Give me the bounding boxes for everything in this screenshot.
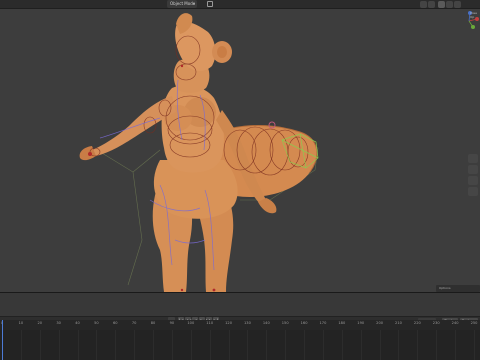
frame-tick-label: 70 xyxy=(131,321,137,325)
frame-grid-line xyxy=(322,330,324,360)
frame-tick-label: 220 xyxy=(413,321,421,325)
frame-tick-label: 170 xyxy=(319,321,327,325)
axis-y-icon[interactable] xyxy=(471,25,475,29)
frame-grid-line xyxy=(360,330,362,360)
timeline-keyframe-area[interactable] xyxy=(0,330,480,360)
options-label: Options xyxy=(439,286,451,290)
frame-tick-label: 180 xyxy=(338,321,346,325)
frame-grid-line xyxy=(115,330,117,360)
frame-grid-line xyxy=(285,330,287,360)
mode-label: Object Mode xyxy=(170,1,196,6)
frame-grid-line xyxy=(209,330,211,360)
frame-tick-label: 140 xyxy=(262,321,270,325)
frame-tick-label: 30 xyxy=(56,321,61,325)
chevron-down-icon: ▾ xyxy=(192,1,195,6)
frame-grid-line xyxy=(266,330,268,360)
view-icon[interactable] xyxy=(207,1,213,7)
frame-tick-label: 40 xyxy=(75,321,80,325)
xray-toggle-button[interactable] xyxy=(428,1,435,8)
overlay-toggle-button[interactable] xyxy=(420,1,427,8)
frame-tick-label: 120 xyxy=(225,321,232,325)
viewport-header: Object Mode ▾ xyxy=(0,0,480,9)
shading-material-button[interactable] xyxy=(446,1,453,8)
frame-grid-line xyxy=(39,330,41,360)
frame-tick-label: 80 xyxy=(150,321,156,325)
frame-tick-label: 190 xyxy=(357,321,365,325)
camera-icon[interactable] xyxy=(468,176,478,185)
mode-dropdown[interactable]: Object Mode ▾ xyxy=(167,0,197,8)
frame-ruler[interactable]: 0102030405060708090100110120130140150160… xyxy=(0,320,480,330)
shading-solid-button[interactable] xyxy=(438,1,445,8)
blender-window: Object Mode ▾ Pose Op Options 10 20 30 4… xyxy=(0,0,480,360)
frame-tick-label: 210 xyxy=(395,321,402,325)
playhead[interactable] xyxy=(2,320,3,360)
frame-tick-label: 110 xyxy=(206,321,214,325)
frame-grid-line xyxy=(77,330,79,360)
frame-tick-label: 20 xyxy=(37,321,43,325)
frame-tick-label: 50 xyxy=(94,321,99,325)
frame-tick-label: 250 xyxy=(470,321,478,325)
frame-tick-label: 200 xyxy=(376,321,384,325)
frame-tick-label: 240 xyxy=(451,321,459,325)
character-model[interactable] xyxy=(0,0,480,292)
frame-tick-label: 90 xyxy=(169,321,175,325)
grid-icon[interactable] xyxy=(468,187,478,196)
frame-tick-label: 160 xyxy=(300,321,308,325)
zoom-icon[interactable] xyxy=(468,154,478,163)
frame-tick-label: 230 xyxy=(432,321,440,325)
frame-grid-line xyxy=(247,330,249,360)
frame-grid-line xyxy=(228,330,230,360)
frame-grid-line xyxy=(304,330,306,360)
frame-grid-line xyxy=(341,330,343,360)
frame-grid-line xyxy=(417,330,419,360)
frame-grid-line xyxy=(474,330,475,360)
frame-grid-line xyxy=(190,330,192,360)
frame-grid-line xyxy=(379,330,381,360)
3d-viewport[interactable]: Object Mode ▾ Pose Op Options xyxy=(0,0,480,292)
frame-grid-line xyxy=(134,330,136,360)
n-panel-tab[interactable]: Pose Op xyxy=(470,11,480,21)
frame-grid-line xyxy=(58,330,60,360)
frame-grid-line xyxy=(20,330,22,360)
frame-grid-line xyxy=(436,330,438,360)
timeline-tool-area xyxy=(0,293,480,317)
frame-tick-label: 10 xyxy=(18,321,24,325)
frame-tick-label: 100 xyxy=(187,321,195,325)
frame-grid-line xyxy=(171,330,173,360)
shading-rendered-button[interactable] xyxy=(454,1,461,8)
frame-grid-line xyxy=(398,330,400,360)
frame-tick-label: 130 xyxy=(244,321,251,325)
options-panel[interactable]: Options xyxy=(436,285,480,292)
frame-tick-label: 150 xyxy=(281,321,289,325)
pan-icon[interactable] xyxy=(468,165,478,174)
frame-grid-line xyxy=(153,330,155,360)
frame-tick-label: 60 xyxy=(112,321,118,325)
frame-grid-line xyxy=(96,330,98,360)
frame-grid-line xyxy=(455,330,457,360)
